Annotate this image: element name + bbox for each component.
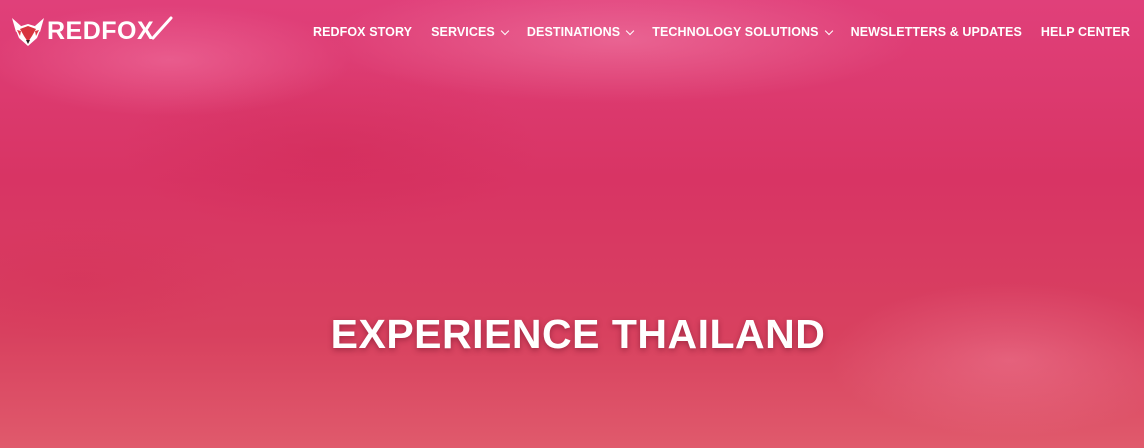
main-nav: REDFOX STORY SERVICES DESTINATIONS TECHN…: [313, 22, 1130, 42]
logo-wordmark: REDFOX: [47, 17, 155, 45]
nav-item-help-center[interactable]: HELP CENTER: [1041, 25, 1130, 39]
logo-swoosh-icon: [151, 16, 173, 40]
nav-item-label: SERVICES: [431, 25, 495, 39]
nav-item-label: DESTINATIONS: [526, 25, 621, 39]
chevron-down-icon: [824, 26, 833, 35]
nav-item-label: TECHNOLOGY SOLUTIONS: [652, 25, 819, 39]
nav-item-label: NEWSLETTERS & UPDATES: [850, 25, 1022, 39]
nav-item-redfox-story[interactable]: REDFOX STORY: [313, 25, 412, 39]
nav-item-newsletters-updates[interactable]: NEWSLETTERS & UPDATES: [851, 25, 1022, 39]
nav-item-label: REDFOX STORY: [312, 25, 413, 39]
hero-title: EXPERIENCE THAILAND: [330, 311, 826, 358]
nav-item-destinations[interactable]: DESTINATIONS: [526, 25, 635, 39]
hero-banner: REDFOX REDFOX STORY SERVICES DESTINATION…: [0, 0, 1144, 448]
fox-head-icon: [12, 18, 44, 46]
chevron-down-icon: [500, 26, 510, 35]
nav-item-label: HELP CENTER: [1040, 25, 1130, 39]
nav-item-services[interactable]: SERVICES: [431, 25, 510, 39]
site-logo[interactable]: REDFOX: [10, 14, 173, 48]
chevron-down-icon: [625, 26, 635, 35]
site-header: REDFOX REDFOX STORY SERVICES DESTINATION…: [0, 0, 1144, 64]
nav-item-technology-solutions[interactable]: TECHNOLOGY SOLUTIONS: [652, 25, 833, 39]
